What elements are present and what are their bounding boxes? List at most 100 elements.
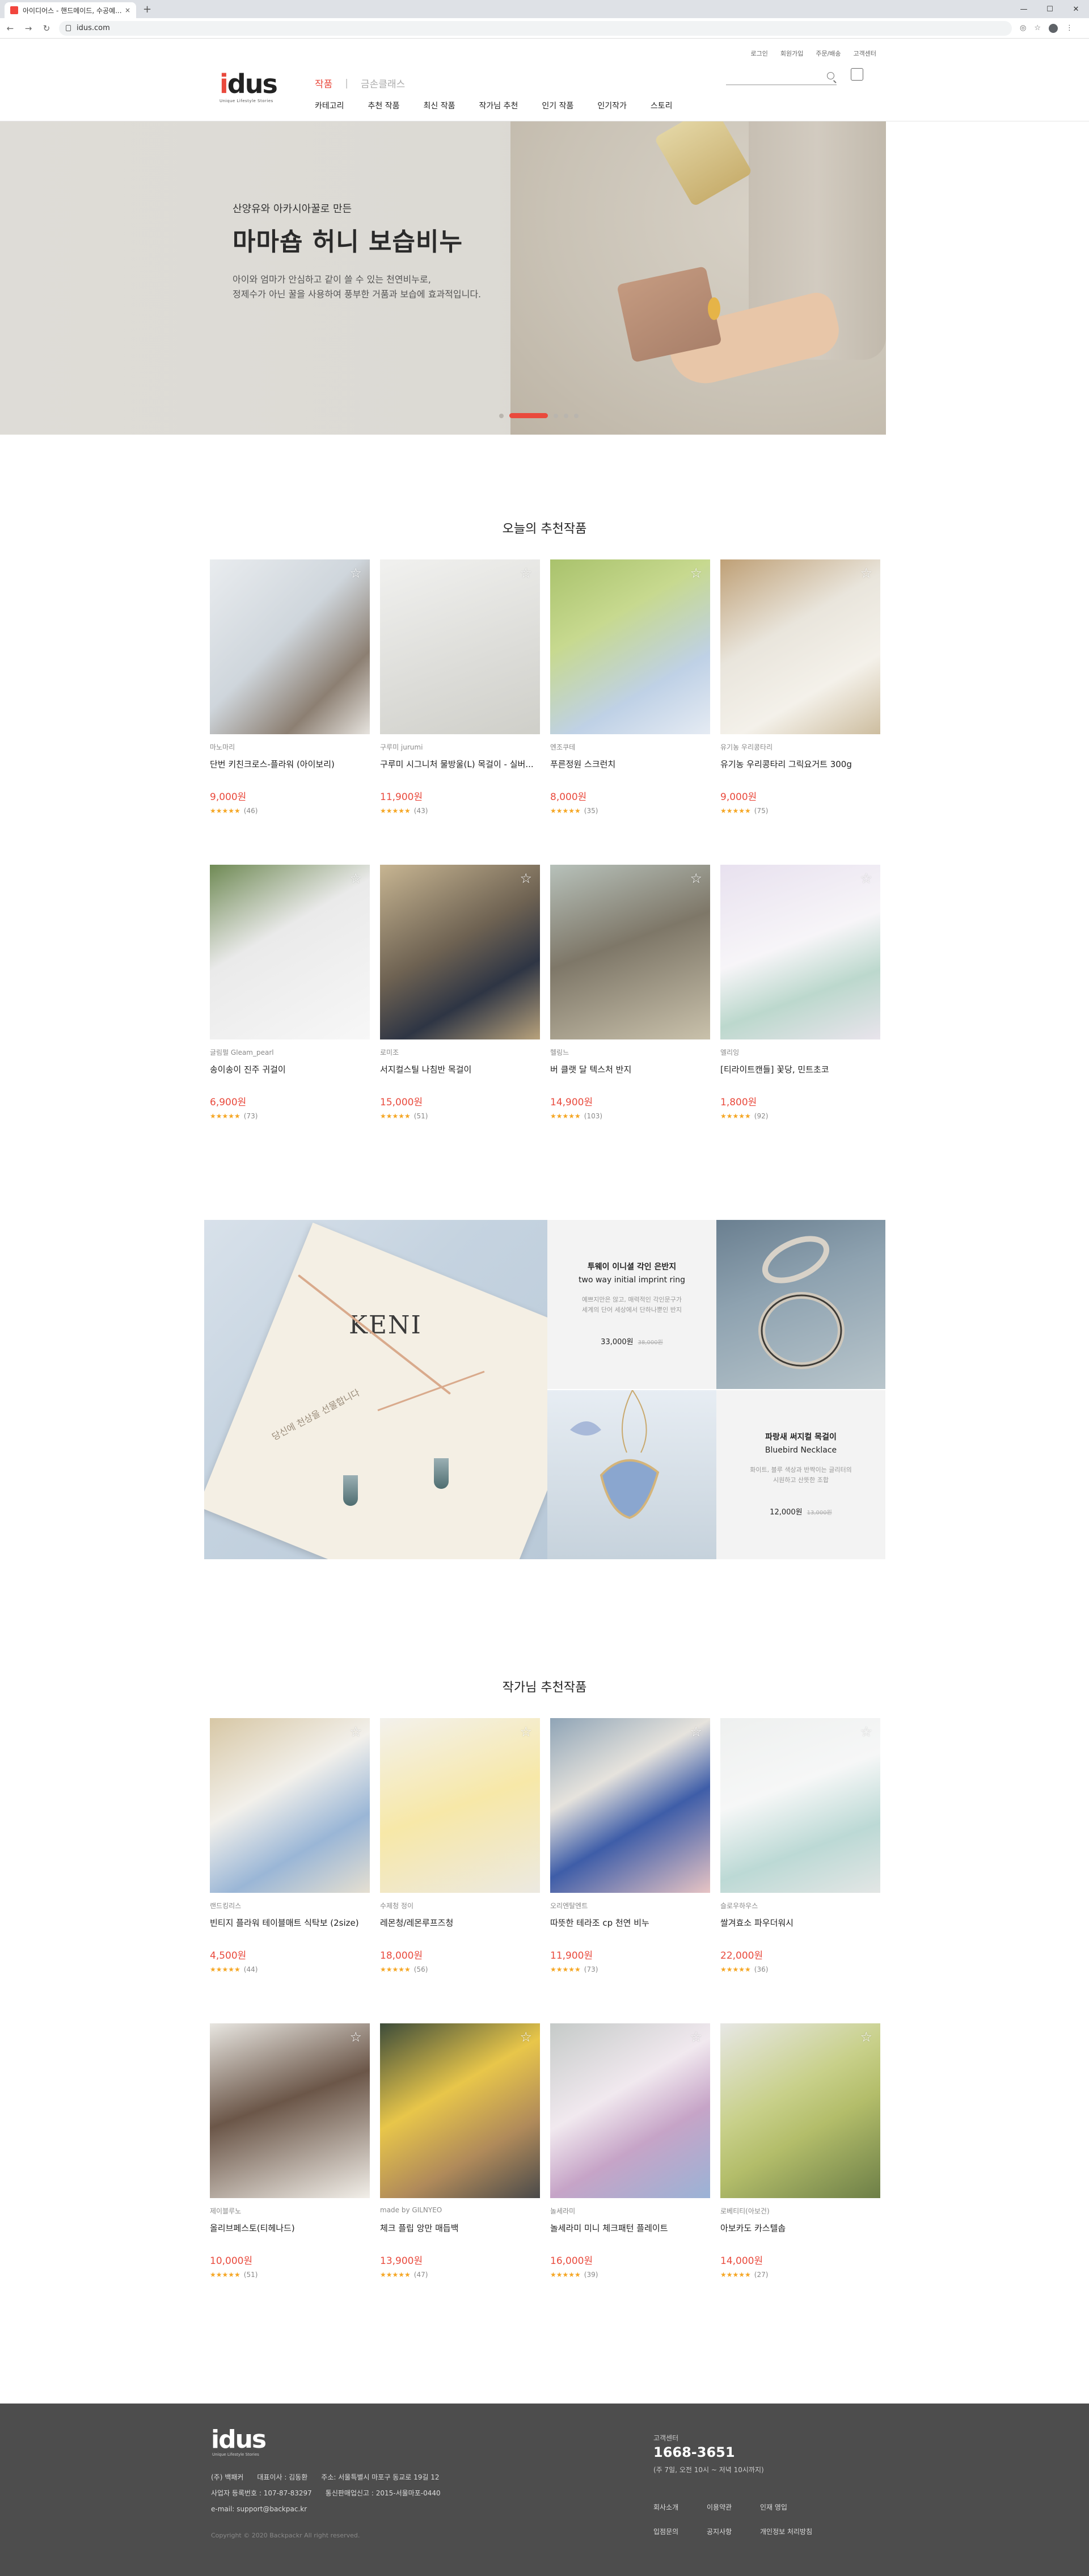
- nav-latest[interactable]: 최신 작품: [424, 100, 455, 111]
- product-name[interactable]: 구루미 시그니처 물방울(L) 목걸이 - 실버...: [380, 758, 540, 770]
- signup-link[interactable]: 회원가입: [780, 49, 803, 58]
- tab-classes[interactable]: 금손클래스: [361, 76, 405, 90]
- shop-name[interactable]: 엔조쿠테: [550, 742, 575, 752]
- favorite-star-icon[interactable]: ☆: [520, 2029, 532, 2045]
- product-card[interactable]: ☆ 마노마리 단번 키친크로스-플라워 (아이보리) 9,000원 ★★★★★ (46): [210, 559, 370, 837]
- hero-banner[interactable]: 산양유와 아카시아꿀로 만든 마마숍 허니 보습비누 아이와 엄마가 안심하고 …: [0, 121, 886, 435]
- favorite-star-icon[interactable]: ☆: [690, 565, 702, 581]
- product-name[interactable]: 서지컬스틸 나침반 목걸이: [380, 1063, 540, 1075]
- product-card[interactable]: ☆ 글림펄 Gleam_pearl 송이송이 진주 귀걸이 6,900원 ★★★★★ (7…: [210, 865, 370, 1143]
- favorite-star-icon[interactable]: ☆: [349, 1724, 362, 1740]
- favorite-star-icon[interactable]: ☆: [860, 565, 872, 581]
- shop-name[interactable]: 구루미 jurumi: [380, 742, 423, 752]
- product-name[interactable]: 빈티지 플라워 테이블매트 식탁보 (2size): [210, 1917, 370, 1929]
- footer-link-about[interactable]: 회사소개: [653, 2502, 707, 2512]
- favorite-star-icon[interactable]: ☆: [520, 870, 532, 886]
- slide-dot[interactable]: [499, 413, 504, 418]
- cart-icon[interactable]: [851, 68, 863, 81]
- product-name[interactable]: 유기농 우리콩타리 그릭요거트 300g: [720, 758, 880, 770]
- footer-logo[interactable]: idus: [211, 2425, 267, 2454]
- favorite-star-icon[interactable]: ☆: [349, 565, 362, 581]
- back-icon[interactable]: ←: [2, 23, 18, 33]
- shop-name[interactable]: 슬로우하우스: [720, 1901, 758, 1910]
- shop-name[interactable]: 글림펄 Gleam_pearl: [210, 1047, 274, 1057]
- footer-link-terms[interactable]: 이용약관: [707, 2502, 760, 2512]
- shop-name[interactable]: 로베티티(아보건): [720, 2206, 770, 2216]
- footer-link-partner[interactable]: 입점문의: [653, 2527, 707, 2536]
- minimize-button[interactable]: —: [1011, 0, 1037, 18]
- product-image[interactable]: ☆: [550, 1718, 710, 1893]
- product-card[interactable]: ☆ 제이블루노 올리브페스토(티헤나드) 10,000원 ★★★★★ (51): [210, 2023, 370, 2301]
- promo-necklace-image[interactable]: [547, 1390, 716, 1559]
- forward-icon[interactable]: →: [20, 23, 36, 33]
- product-name[interactable]: 올리브페스토(티헤나드): [210, 2222, 370, 2234]
- favorite-star-icon[interactable]: ☆: [520, 1724, 532, 1740]
- product-image[interactable]: ☆: [720, 559, 880, 734]
- product-card[interactable]: ☆ 로미조 서지컬스틸 나침반 목걸이 15,000원 ★★★★★ (51): [380, 865, 540, 1143]
- slide-dot[interactable]: [554, 413, 558, 418]
- footer-link-privacy[interactable]: 개인정보 처리방침: [760, 2527, 813, 2536]
- favorite-star-icon[interactable]: ☆: [860, 2029, 872, 2045]
- shop-name[interactable]: 로미조: [380, 1047, 399, 1057]
- profile-avatar-icon[interactable]: [1049, 23, 1058, 33]
- bookmark-star-icon[interactable]: ☆: [1034, 24, 1041, 33]
- favorite-star-icon[interactable]: ☆: [690, 2029, 702, 2045]
- tab-close-icon[interactable]: ×: [125, 6, 130, 14]
- shop-name[interactable]: 제이블루노: [210, 2206, 241, 2216]
- product-image[interactable]: ☆: [210, 559, 370, 734]
- product-image[interactable]: ☆: [720, 865, 880, 1039]
- promo-featured-image[interactable]: KENI 당신에 천상을 선물합니다: [204, 1220, 547, 1559]
- favorite-star-icon[interactable]: ☆: [349, 2029, 362, 2045]
- product-name[interactable]: 송이송이 진주 귀걸이: [210, 1063, 370, 1075]
- product-name[interactable]: 아보카도 카스텔솝: [720, 2222, 880, 2234]
- browser-tab[interactable]: 아이디어스 - 핸드메이드, 수공예... ×: [5, 2, 136, 18]
- promo-ring-image[interactable]: [716, 1220, 885, 1389]
- product-image[interactable]: ☆: [380, 1718, 540, 1893]
- shop-name[interactable]: 헬링느: [550, 1047, 569, 1057]
- product-name[interactable]: 푸른정원 스크런치: [550, 758, 710, 770]
- site-logo[interactable]: idus Unique Lifestyle Stories: [220, 70, 289, 104]
- product-name[interactable]: [티라이트캔들] 꽃당, 민트초코: [720, 1063, 880, 1075]
- product-image[interactable]: ☆: [210, 865, 370, 1039]
- nav-category[interactable]: 카테고리: [315, 100, 344, 111]
- support-link[interactable]: 고객센터: [854, 49, 876, 58]
- nav-popular-artists[interactable]: 인기작가: [597, 100, 627, 111]
- product-name[interactable]: 체크 플립 앙만 매듭백: [380, 2222, 540, 2234]
- product-image[interactable]: ☆: [720, 1718, 880, 1893]
- product-image[interactable]: ☆: [380, 865, 540, 1039]
- shop-name[interactable]: 엘리잉: [720, 1047, 739, 1057]
- slide-dot[interactable]: [574, 413, 579, 418]
- shop-name[interactable]: made by GILNYEO: [380, 2206, 442, 2214]
- footer-link-careers[interactable]: 인재 영입: [760, 2502, 813, 2512]
- product-image[interactable]: ☆: [550, 559, 710, 734]
- product-name[interactable]: 따뜻한 테라조 cp 천연 비누: [550, 1917, 710, 1929]
- new-tab-button[interactable]: +: [143, 3, 151, 15]
- url-field[interactable]: idus.com: [59, 20, 1012, 36]
- search-icon[interactable]: [827, 72, 834, 79]
- product-name[interactable]: 쌀겨효소 파우더워시: [720, 1917, 880, 1929]
- slide-dot[interactable]: [564, 413, 568, 418]
- product-card[interactable]: ☆ 엔조쿠테 푸른정원 스크런치 8,000원 ★★★★★ (35): [550, 559, 710, 837]
- product-image[interactable]: ☆: [550, 2023, 710, 2198]
- favorite-star-icon[interactable]: ☆: [349, 870, 362, 886]
- product-card[interactable]: ☆ 오리엔탈엔트 따뜻한 테라조 cp 천연 비누 11,900원 ★★★★★ (73): [550, 1718, 710, 1996]
- product-card[interactable]: ☆ 랜드킹리스 빈티지 플라워 테이블매트 식탁보 (2size) 4,500원 ★★★…: [210, 1718, 370, 1996]
- extension-icon[interactable]: ◎: [1020, 24, 1026, 33]
- favorite-star-icon[interactable]: ☆: [860, 1724, 872, 1740]
- product-image[interactable]: ☆: [210, 1718, 370, 1893]
- search-input[interactable]: [726, 70, 837, 85]
- nav-recommended[interactable]: 추천 작품: [368, 100, 400, 111]
- product-name[interactable]: 버 클랫 달 텍스처 반지: [550, 1063, 710, 1075]
- product-card[interactable]: ☆ 헬링느 버 클랫 달 텍스처 반지 14,900원 ★★★★★ (103): [550, 865, 710, 1143]
- product-card[interactable]: ☆ 구루미 jurumi 구루미 시그니처 물방울(L) 목걸이 - 실버... 11…: [380, 559, 540, 837]
- shop-name[interactable]: 놀세라미: [550, 2206, 575, 2216]
- shop-name[interactable]: 랜드킹리스: [210, 1901, 241, 1910]
- slide-dot[interactable]: [509, 413, 548, 418]
- product-name[interactable]: 레몬청/레몬루프즈청: [380, 1917, 540, 1929]
- product-card[interactable]: ☆ 유기농 우리콩타리 유기농 우리콩타리 그릭요거트 300g 9,000원 ★★★★…: [720, 559, 880, 837]
- promo-necklace-info[interactable]: 파랑새 써지컬 목걸이 Bluebird Necklace 화이트, 블루 색상…: [716, 1390, 885, 1559]
- product-card[interactable]: ☆ 엘리잉 [티라이트캔들] 꽃당, 민트초코 1,800원 ★★★★★ (92): [720, 865, 880, 1143]
- shop-name[interactable]: 유기농 우리콩타리: [720, 742, 773, 752]
- reload-icon[interactable]: ↻: [39, 23, 54, 33]
- product-card[interactable]: ☆ 놀세라미 놀세라미 미니 체크패턴 플레이트 16,000원 ★★★★★ (39): [550, 2023, 710, 2301]
